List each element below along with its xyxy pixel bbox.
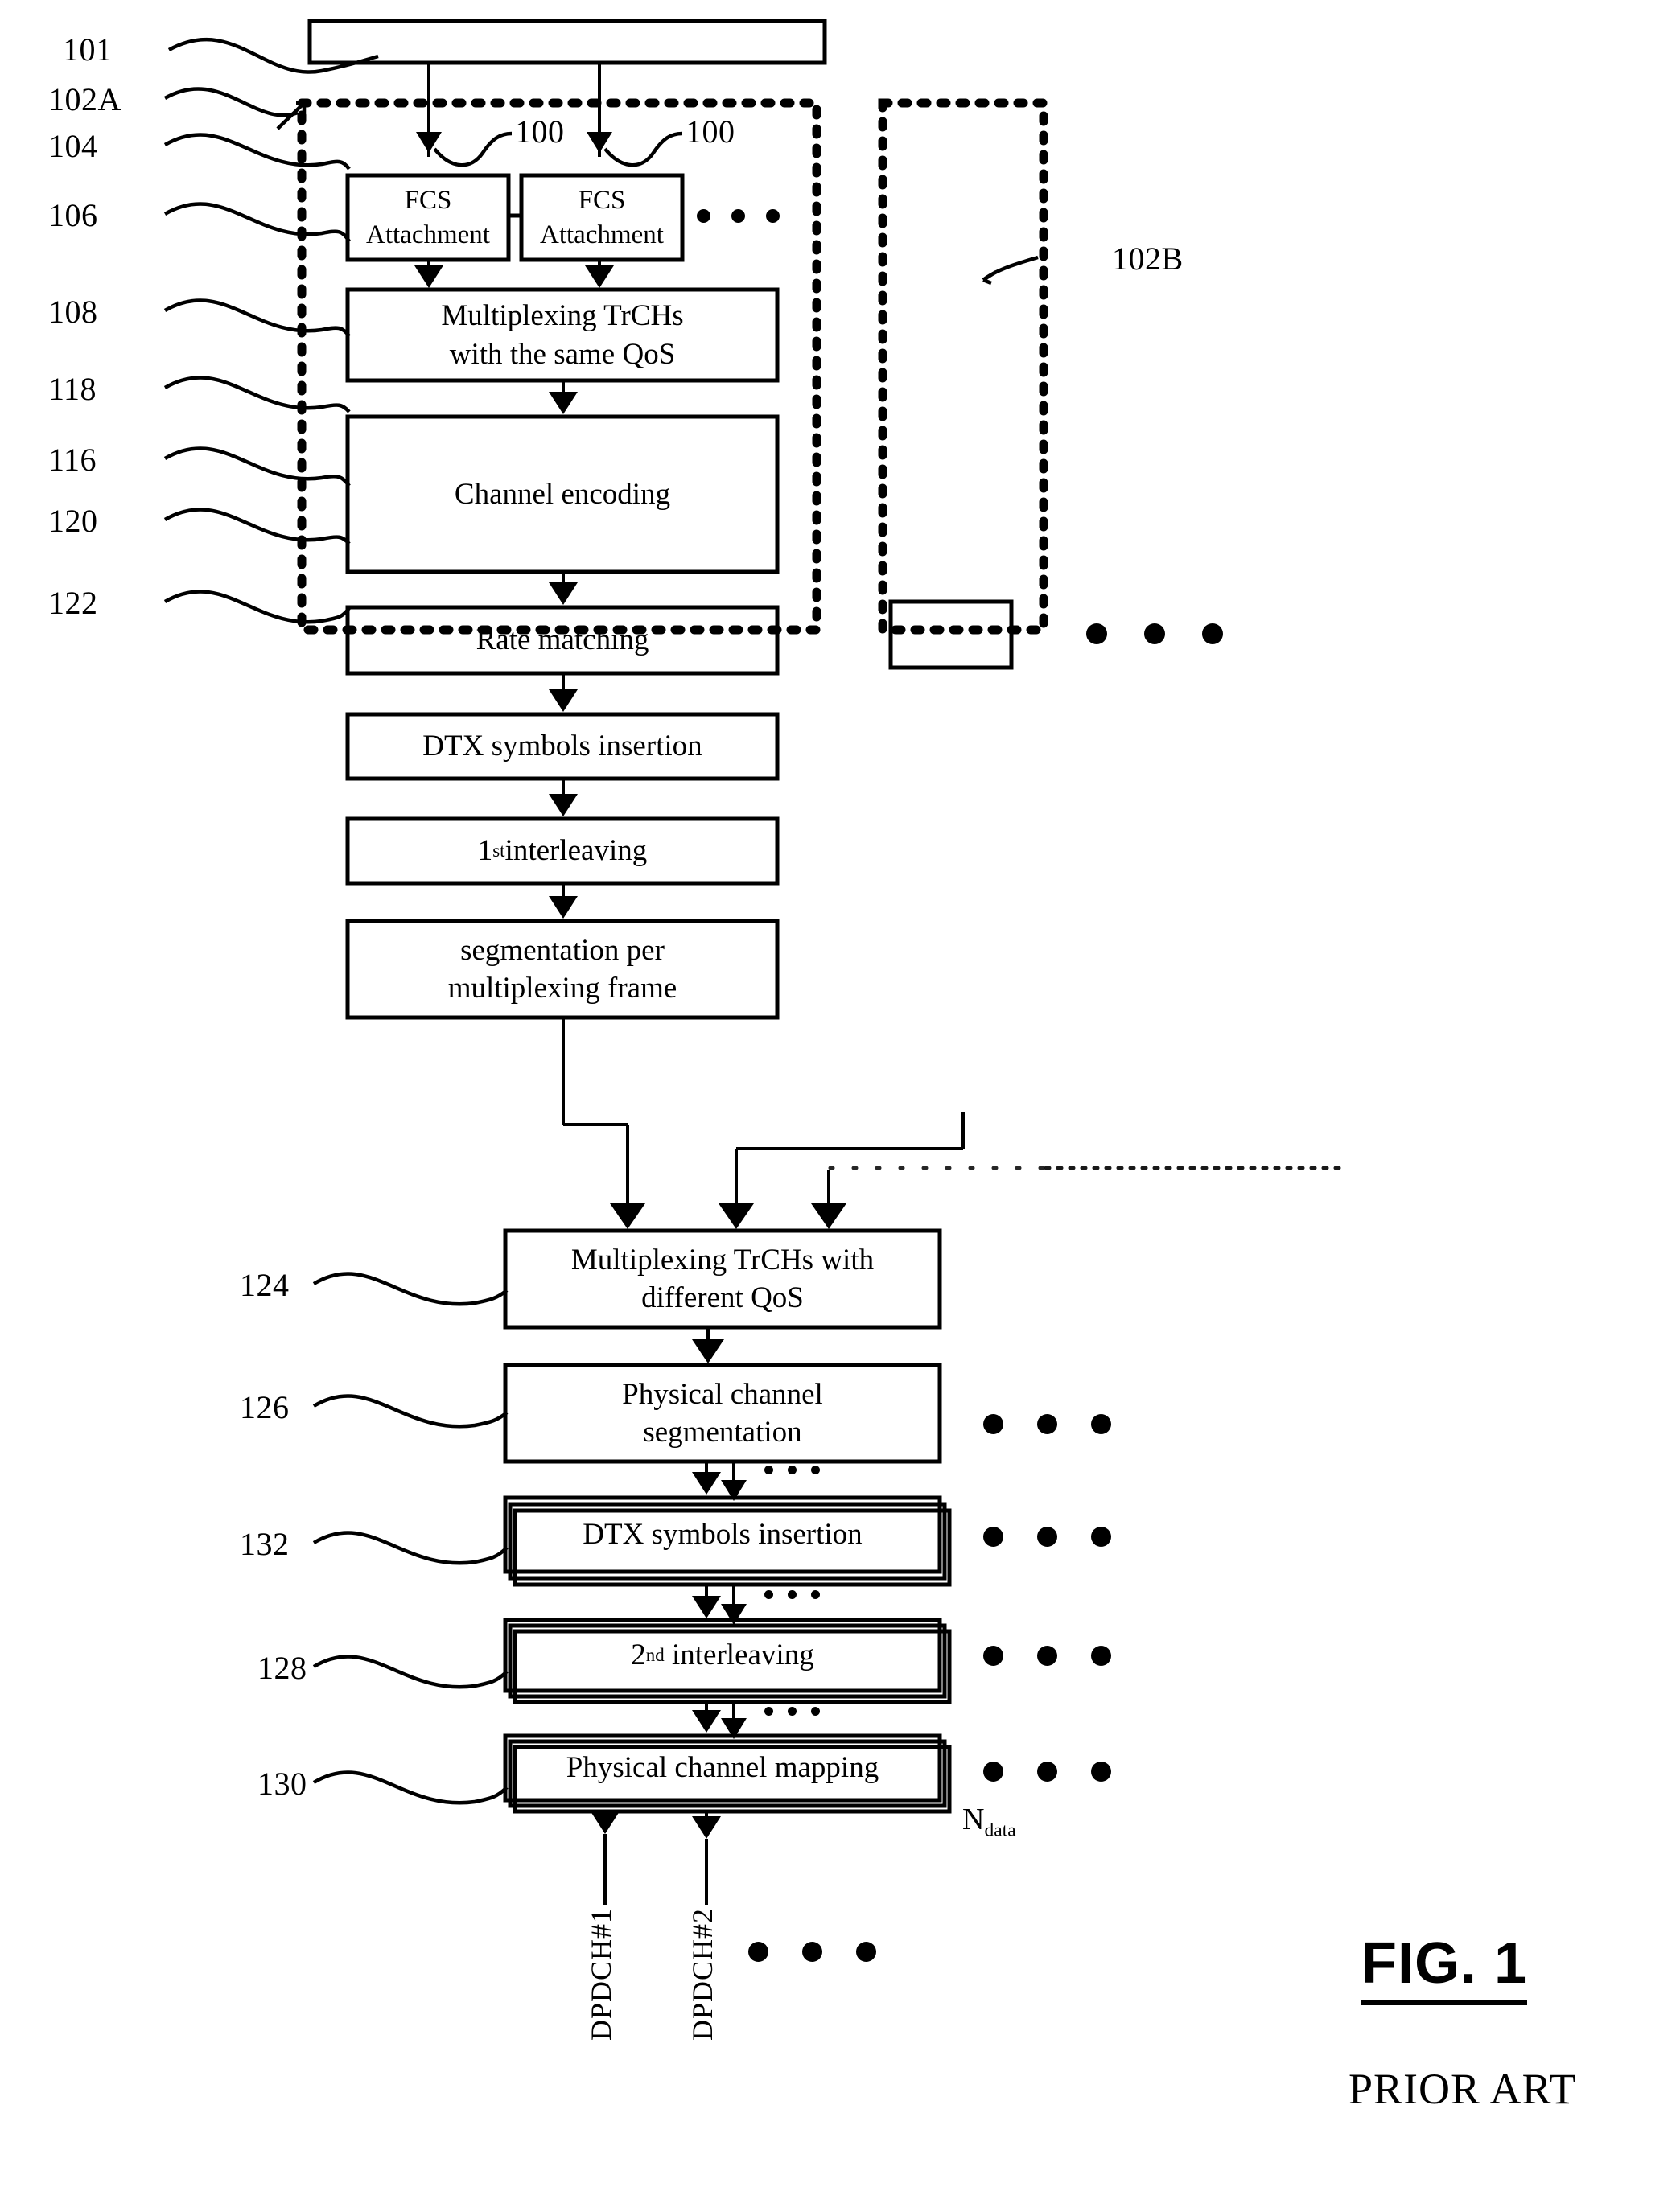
label-dpdch-1: DPDCH#1	[585, 1908, 617, 2041]
ndata-sub: data	[984, 1819, 1016, 1841]
label-fcs-attachment-2: FCS Attachment	[521, 175, 682, 260]
label-dtx-upper: DTX symbols insertion	[422, 730, 702, 763]
figure-vector-layer	[163, 19, 1346, 1905]
figure-title: FIG. 1	[1361, 1930, 1528, 2005]
ref-106: 106	[48, 197, 98, 233]
second-interleaving-rest: interleaving	[671, 1638, 814, 1672]
mux-same-qos-line2: with the same QoS	[449, 337, 676, 371]
ref-132: 132	[240, 1526, 290, 1562]
ref-130: 130	[257, 1766, 307, 1802]
label-rate-matching: Rate matching	[476, 623, 649, 657]
label-mux-diff-qos: Multiplexing TrCHs with different QoS	[505, 1231, 940, 1327]
ref-104: 104	[48, 128, 98, 164]
ref-126: 126	[240, 1389, 290, 1425]
segmentation-line1: segmentation per	[460, 933, 665, 967]
ref-116: 116	[48, 442, 97, 478]
label-fcs-attachment-1: FCS Attachment	[348, 175, 509, 260]
ref-100-right: 100	[686, 113, 735, 150]
mux-diff-qos-line2: different QoS	[641, 1281, 804, 1314]
fcs-2-line2: Attachment	[540, 220, 664, 249]
figure-subtitle: PRIOR ART	[1349, 2065, 1577, 2113]
ref-124: 124	[240, 1267, 290, 1303]
ellipsis-arrows-126-132	[764, 1466, 820, 1474]
ellipsis-row-128	[983, 1646, 1111, 1666]
fcs-2-line1: FCS	[578, 186, 626, 216]
label-phy-channel-seg: Physical channel segmentation	[505, 1365, 940, 1462]
ellipsis-row-132	[983, 1527, 1111, 1547]
label-first-interleaving: 1st interleaving	[348, 819, 777, 883]
mux-diff-qos-line1: Multiplexing TrCHs with	[570, 1243, 875, 1277]
ref-100-left: 100	[515, 113, 565, 150]
label-ndata: Ndata	[962, 1802, 1016, 1840]
patent-figure-1: 101 102A 104 106 108 118 116 120 122 102…	[0, 0, 1680, 2212]
ref-128: 128	[257, 1650, 307, 1686]
phy-seg-line1: Physical channel	[622, 1377, 823, 1411]
first-interleaving-prefix: 1	[477, 834, 493, 868]
ref-101: 101	[63, 31, 113, 68]
dotted-group-102b	[878, 98, 1048, 635]
ref-118: 118	[48, 371, 97, 407]
phy-seg-line2: segmentation	[643, 1416, 802, 1449]
ndata-base: N	[962, 1803, 985, 1836]
ellipsis-row-130	[983, 1762, 1111, 1782]
ellipsis-outputs	[748, 1942, 876, 1962]
fcs-1-line1: FCS	[404, 186, 452, 216]
ref-122: 122	[48, 585, 98, 621]
label-mux-same-qos: Multiplexing TrCHs with the same QoS	[348, 290, 777, 380]
empty-block-102b	[888, 599, 1014, 670]
ref-102B: 102B	[1112, 241, 1184, 277]
second-interleaving-prefix: 2	[631, 1638, 646, 1672]
fcs-1-line2: Attachment	[366, 220, 490, 249]
ellipsis-fcs-row	[697, 209, 780, 223]
mux-same-qos-line1: Multiplexing TrCHs	[441, 299, 684, 333]
source-bar-rect	[307, 19, 827, 65]
label-channel-encoding: Channel encoding	[454, 477, 671, 511]
ref-108: 108	[48, 294, 98, 330]
segmentation-line2: multiplexing frame	[447, 972, 677, 1005]
ellipsis-arrows-132-128	[764, 1590, 820, 1599]
ref-120: 120	[48, 503, 98, 539]
label-dpdch-2: DPDCH#2	[686, 1908, 719, 2041]
ellipsis-arrows-128-130	[764, 1707, 820, 1716]
ellipsis-right-column	[1086, 623, 1223, 644]
label-second-interleaving: 2nd interleaving	[505, 1620, 940, 1691]
first-interleaving-rest: interleaving	[504, 834, 648, 868]
label-dtx-lower: DTX symbols insertion	[583, 1518, 863, 1552]
label-segmentation: segmentation per multiplexing frame	[348, 921, 777, 1018]
label-phy-channel-mapping: Physical channel mapping	[566, 1751, 879, 1785]
ref-102A: 102A	[48, 81, 121, 117]
ellipsis-row-126	[983, 1414, 1111, 1434]
